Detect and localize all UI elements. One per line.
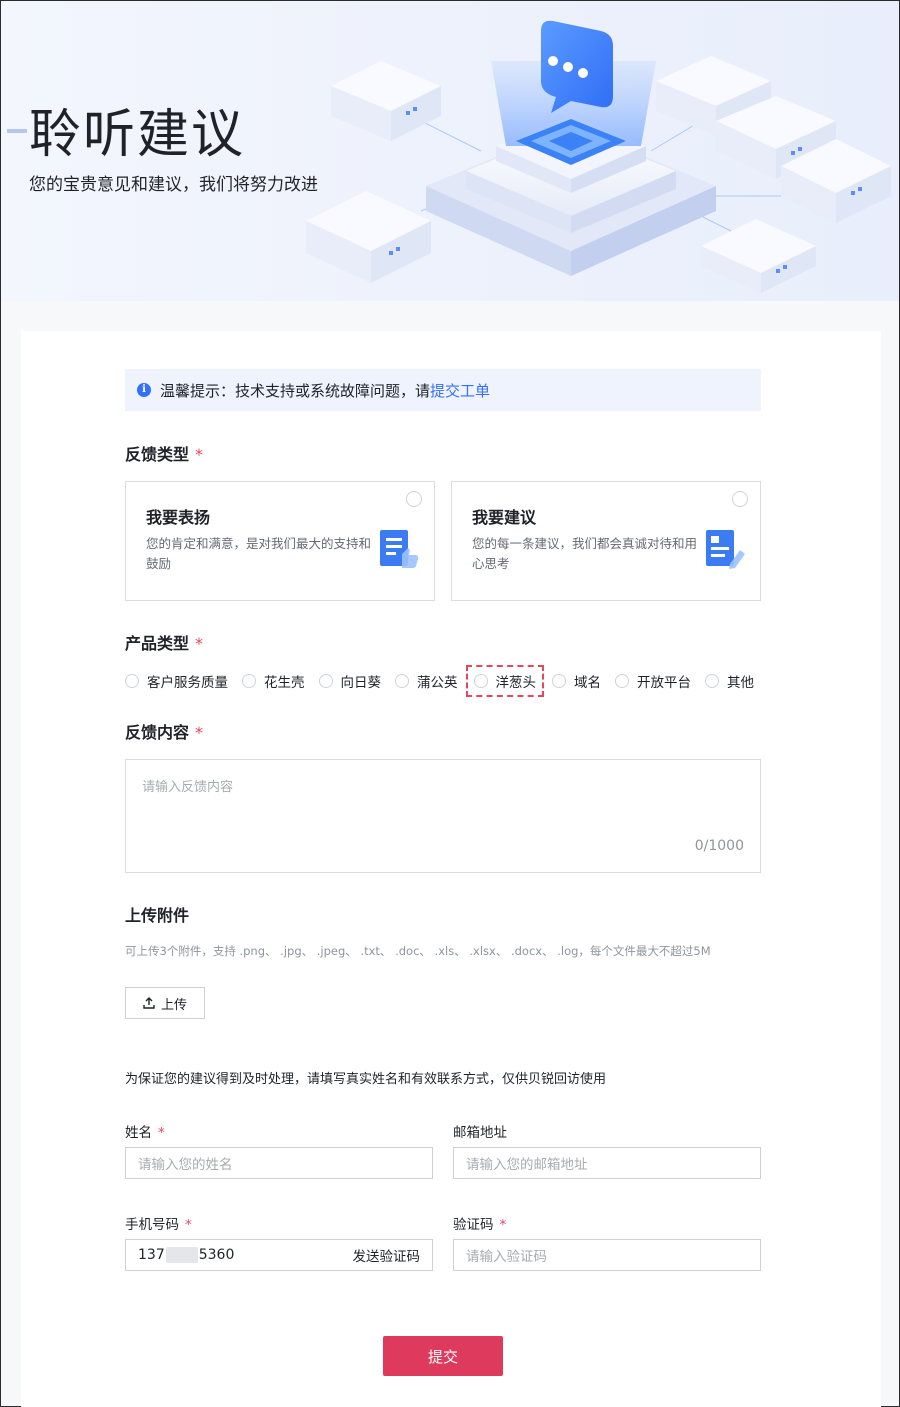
radio-circle[interactable] xyxy=(318,674,333,688)
praise-radio[interactable] xyxy=(406,491,422,507)
product-type-radio-group: 客户服务质量 花生壳 向日葵 蒲公英 洋葱头 域名 开放平台 其他 xyxy=(125,665,765,697)
phone-input[interactable]: 137 5360 发送验证码 xyxy=(125,1239,433,1271)
product-type-label: 产品类型 * xyxy=(125,633,203,655)
submit-button[interactable]: 提交 xyxy=(383,1336,503,1376)
hero-banner: 聆听建议 您的宝贵意见和建议，我们将努力改进 xyxy=(1,1,899,301)
code-placeholder: 请输入验证码 xyxy=(466,1249,547,1265)
feedback-type-suggestion[interactable]: 我要建议 您的每一条建议，我们都会真诚对待和用心思考 xyxy=(451,481,761,601)
submit-ticket-link[interactable]: 提交工单 xyxy=(430,380,490,401)
suggestion-title: 我要建议 xyxy=(472,508,537,527)
required-mark: * xyxy=(499,1217,507,1233)
feedback-content-textarea[interactable]: 请输入反馈内容 0/1000 xyxy=(125,759,761,873)
code-label: 验证码 * xyxy=(453,1213,506,1233)
upload-label: 上传附件 xyxy=(125,906,190,925)
product-type-label-text: 产品类型 xyxy=(125,634,190,653)
contact-note: 为保证您的建议得到及时处理，请填写真实姓名和有效联系方式，仅供贝锐回访使用 xyxy=(125,1072,607,1087)
product-option-huashengke[interactable]: 花生壳 xyxy=(242,667,305,695)
required-mark: * xyxy=(195,445,204,464)
radio-circle[interactable] xyxy=(242,674,256,688)
page-subtitle: 您的宝贵意见和建议，我们将努力改进 xyxy=(29,175,318,195)
char-counter: 0/1000 xyxy=(694,838,744,854)
suggestion-desc: 您的每一条建议，我们都会真诚对待和用心思考 xyxy=(472,536,698,571)
required-mark: * xyxy=(185,1217,192,1233)
radio-circle[interactable] xyxy=(552,674,566,688)
radio-circle[interactable] xyxy=(473,674,488,688)
suggestion-radio[interactable] xyxy=(732,491,748,507)
name-label-text: 姓名 xyxy=(125,1125,152,1141)
phone-label: 手机号码 * xyxy=(125,1213,192,1233)
send-code-button[interactable]: 发送验证码 xyxy=(353,1245,421,1265)
edit-document-icon xyxy=(706,530,745,569)
tip-banner: i 温馨提示：技术支持或系统故障问题，请 提交工单 xyxy=(125,369,761,411)
feedback-content-label-text: 反馈内容 xyxy=(125,723,190,742)
phone-mask xyxy=(165,1247,198,1263)
product-option-open-platform[interactable]: 开放平台 xyxy=(615,667,691,695)
product-option-xiangrikui[interactable]: 向日葵 xyxy=(318,667,382,695)
page-title: 聆听建议 xyxy=(29,105,246,165)
feedback-form-card: i 温馨提示：技术支持或系统故障问题，请 提交工单 反馈类型 * 我要表扬 您的肯… xyxy=(21,331,881,1407)
required-mark: * xyxy=(195,634,204,653)
product-option-pugongying[interactable]: 蒲公英 xyxy=(395,667,458,695)
radio-label: 蒲公英 xyxy=(417,675,458,691)
code-label-text: 验证码 xyxy=(453,1217,494,1233)
praise-title: 我要表扬 xyxy=(146,508,211,527)
feedback-type-label-text: 反馈类型 xyxy=(125,445,190,464)
textarea-placeholder: 请输入反馈内容 xyxy=(142,780,234,795)
radio-circle[interactable] xyxy=(395,674,409,688)
phone-label-text: 手机号码 xyxy=(125,1217,179,1233)
radio-circle[interactable] xyxy=(125,674,139,688)
upload-hint: 可上传3个附件，支持 .png、 .jpg、 .jpeg、 .txt、 .doc… xyxy=(125,944,711,958)
phone-suffix: 5360 xyxy=(198,1247,235,1263)
email-input[interactable]: 请输入您的邮箱地址 xyxy=(453,1147,761,1179)
radio-label: 开放平台 xyxy=(637,675,691,691)
radio-label: 洋葱头 xyxy=(495,675,537,691)
email-placeholder: 请输入您的邮箱地址 xyxy=(466,1157,588,1173)
product-option-customer-service[interactable]: 客户服务质量 xyxy=(125,667,228,695)
radio-circle[interactable] xyxy=(615,674,629,688)
name-placeholder: 请输入您的姓名 xyxy=(138,1157,233,1173)
tip-text: 温馨提示：技术支持或系统故障问题，请 xyxy=(160,381,431,400)
email-label: 邮箱地址 xyxy=(453,1125,507,1141)
required-mark: * xyxy=(195,723,204,742)
product-option-yangcongtou[interactable]: 洋葱头 xyxy=(465,665,544,697)
code-input[interactable]: 请输入验证码 xyxy=(453,1239,761,1271)
feedback-content-label: 反馈内容 * xyxy=(125,722,203,744)
radio-label: 花生壳 xyxy=(264,675,305,691)
name-input[interactable]: 请输入您的姓名 xyxy=(125,1147,433,1179)
radio-circle[interactable] xyxy=(705,674,719,688)
upload-icon xyxy=(143,997,155,1009)
feedback-type-praise[interactable]: 我要表扬 您的肯定和满意，是对我们最大的支持和鼓励 xyxy=(125,481,435,601)
radio-label: 其他 xyxy=(727,675,754,691)
radio-label: 向日葵 xyxy=(340,675,382,691)
radio-label: 域名 xyxy=(574,675,601,691)
phone-prefix: 137 xyxy=(138,1247,165,1263)
name-label: 姓名 * xyxy=(125,1121,165,1141)
upload-button-label: 上传 xyxy=(160,997,187,1013)
required-mark: * xyxy=(158,1125,165,1141)
product-option-domain[interactable]: 域名 xyxy=(552,667,601,695)
praise-desc: 您的肯定和满意，是对我们最大的支持和鼓励 xyxy=(146,536,372,571)
thumbs-up-document-icon xyxy=(380,530,419,568)
product-option-other[interactable]: 其他 xyxy=(705,667,754,695)
feedback-type-label: 反馈类型 * xyxy=(125,444,203,466)
radio-label: 客户服务质量 xyxy=(147,675,228,691)
info-icon: i xyxy=(137,383,151,397)
upload-button[interactable]: 上传 xyxy=(125,987,205,1019)
